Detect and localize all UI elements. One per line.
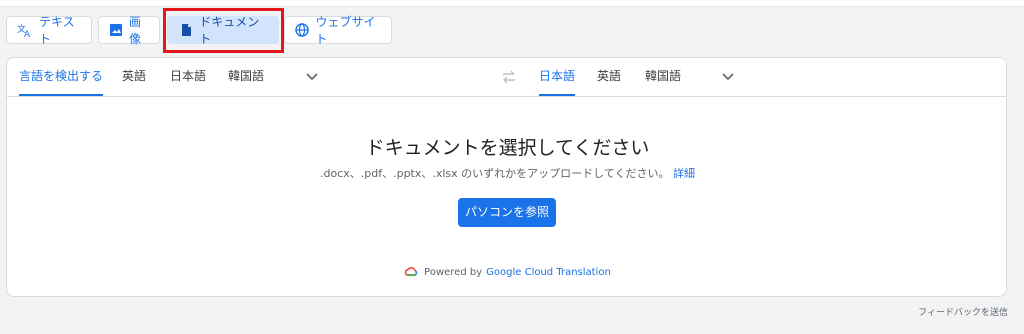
target-lang-chevron-down-icon[interactable]: [720, 68, 736, 84]
target-lang-japanese[interactable]: 日本語: [539, 58, 576, 96]
document-mode-button[interactable]: ドキュメント: [167, 15, 279, 46]
powered-by: Powered by Google Cloud Translation: [7, 266, 1006, 278]
translate-icon: 文A: [17, 22, 33, 38]
source-lang-chevron-down-icon[interactable]: [304, 68, 320, 84]
top-strip: [0, 0, 1024, 7]
image-icon: [109, 22, 123, 38]
document-mode-label: ドキュメント: [199, 15, 260, 46]
target-lang-korean[interactable]: 韓国語: [645, 58, 681, 95]
google-cloud-icon: [404, 266, 418, 278]
details-link[interactable]: 詳細: [673, 167, 695, 180]
svg-text:A: A: [24, 30, 31, 38]
swap-languages-icon[interactable]: [501, 69, 517, 85]
image-mode-button[interactable]: 画像: [98, 15, 160, 46]
language-bar: 言語を検出する 英語 日本語 韓国語 日本語 英語 韓国語: [7, 58, 1006, 97]
page-title: ドキュメントを選択してください: [365, 137, 650, 159]
upload-instructions-text: .docx、.pdf、.pptx、.xlsx のいずれかをアップロードしてくださ…: [319, 167, 670, 180]
target-lang-english[interactable]: 英語: [597, 58, 621, 95]
upload-instructions: .docx、.pdf、.pptx、.xlsx のいずれかをアップロードしてくださ…: [7, 165, 1006, 181]
translation-card: 言語を検出する 英語 日本語 韓国語 日本語 英語 韓国語 ドキュメントを選択し…: [6, 57, 1007, 297]
browse-computer-button[interactable]: パソコンを参照: [458, 198, 556, 227]
source-lang-detect[interactable]: 言語を検出する: [19, 58, 104, 96]
website-mode-label: ウェブサイト: [315, 15, 376, 46]
text-mode-button[interactable]: 文A テキスト: [6, 15, 92, 46]
image-mode-label: 画像: [129, 15, 142, 46]
send-feedback-link[interactable]: フィードバックを送信: [918, 305, 1008, 318]
globe-icon: [295, 22, 310, 38]
source-lang-korean[interactable]: 韓国語: [228, 58, 264, 95]
document-icon: [178, 22, 193, 38]
source-lang-english[interactable]: 英語: [122, 58, 146, 95]
document-drop-area: ドキュメントを選択してください .docx、.pdf、.pptx、.xlsx の…: [7, 97, 1006, 296]
website-mode-button[interactable]: ウェブサイト: [284, 15, 392, 46]
google-cloud-translation-link[interactable]: Google Cloud Translation: [486, 267, 611, 278]
powered-by-text: Powered by: [424, 266, 483, 278]
text-mode-label: テキスト: [39, 15, 75, 46]
source-lang-japanese[interactable]: 日本語: [170, 58, 206, 95]
